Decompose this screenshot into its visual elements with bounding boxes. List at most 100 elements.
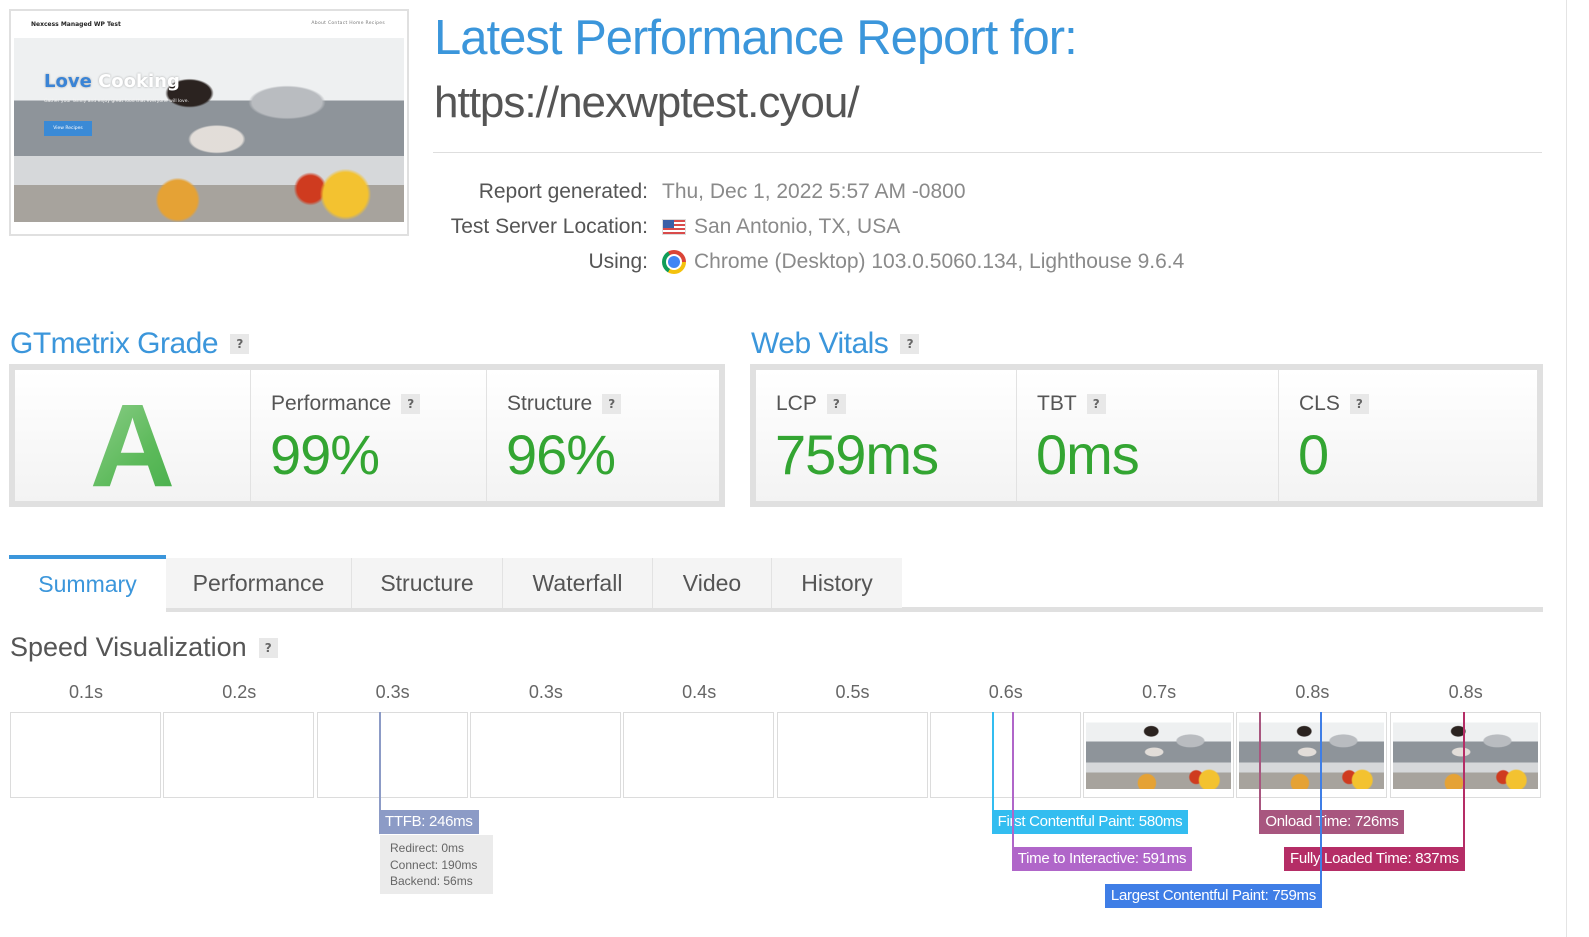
structure-score-label: Structure ? xyxy=(507,392,622,416)
thumbnail-hero-title: Love Cooking xyxy=(44,71,180,92)
page-right-border xyxy=(1566,0,1567,937)
cls-label-text: CLS xyxy=(1299,392,1340,415)
ttfb-marker-label: TTFB: 246ms xyxy=(379,810,479,834)
location-label: Test Server Location: xyxy=(450,215,648,238)
onload-time-marker-label: Onload Time: 726ms xyxy=(1259,810,1405,834)
help-icon[interactable]: ? xyxy=(826,394,846,414)
thumbnail-hero-word: Cooking xyxy=(98,71,180,92)
speed-visualization-title: Speed Visualization xyxy=(10,632,247,662)
frame-time-label: 0.5s xyxy=(835,682,870,702)
time-to-interactive-marker-label: Time to Interactive: 591ms xyxy=(1011,847,1193,871)
frame-screenshot xyxy=(1086,715,1232,789)
ttfb-connect: Connect: 190ms xyxy=(390,857,478,872)
web-vitals-heading: Web Vitals ? xyxy=(751,327,920,361)
structure-score-value: 96% xyxy=(506,423,616,486)
thumbnail-site-name: Nexcess Managed WP Test xyxy=(31,21,121,28)
frame-time-label: 0.2s xyxy=(222,682,257,702)
first-contentful-paint-marker-line xyxy=(991,712,994,812)
report-meta: Report generated: Thu, Dec 1, 2022 5:57 … xyxy=(430,180,1230,285)
first-contentful-paint-marker-label: First Contentful Paint: 580ms xyxy=(991,810,1189,834)
tbt-cell: TBT ? 0ms xyxy=(1017,370,1279,501)
ttfb-backend: Backend: 56ms xyxy=(390,874,473,888)
ttfb-marker-line xyxy=(379,712,381,812)
help-icon[interactable]: ? xyxy=(900,334,920,354)
ttfb-details: Redirect: 0ms Connect: 190ms Backend: 56… xyxy=(380,835,493,894)
frame-time-label: 0.3s xyxy=(375,682,410,702)
tbt-label: TBT ? xyxy=(1037,392,1106,416)
tab-video[interactable]: Video xyxy=(653,558,772,608)
gtmetrix-grade-title: GTmetrix Grade xyxy=(10,327,219,360)
performance-label-text: Performance xyxy=(271,392,392,415)
cls-value: 0 xyxy=(1298,423,1329,486)
chrome-icon xyxy=(662,250,686,274)
location-value: San Antonio, TX, USA xyxy=(662,215,900,239)
filmstrip-frame[interactable] xyxy=(163,712,315,798)
largest-contentful-paint-marker-label: Largest Contentful Paint: 759ms xyxy=(1104,884,1322,908)
filmstrip-frame[interactable] xyxy=(1389,712,1541,798)
performance-score-cell: Performance ? 99% xyxy=(251,370,487,501)
help-icon[interactable]: ? xyxy=(401,394,421,414)
report-url[interactable]: https://nexwptest.cyou/ xyxy=(434,78,860,128)
filmstrip-frame[interactable] xyxy=(623,712,775,798)
report-generated-label: Report generated: xyxy=(478,180,648,203)
filmstrip: 0.1s 0.2s 0.3s 0.3s 0.4s 0.5s 0.6s 0.7s 0.8s 0.8s xyxy=(10,680,1542,810)
tbt-value: 0ms xyxy=(1036,423,1140,486)
help-icon[interactable]: ? xyxy=(602,394,622,414)
tab-summary[interactable]: Summary xyxy=(9,555,166,612)
frame-time-label: 0.8s xyxy=(1295,682,1330,702)
report-generated-text: Thu, Dec 1, 2022 5:57 AM -0800 xyxy=(662,180,966,203)
filmstrip-frame[interactable] xyxy=(469,712,621,798)
report-generated-value: Thu, Dec 1, 2022 5:57 AM -0800 xyxy=(662,180,966,204)
lcp-label: LCP ? xyxy=(776,392,846,416)
using-label: Using: xyxy=(588,250,648,273)
fully-loaded-time-marker-label: Fully Loaded Time: 837ms xyxy=(1284,847,1465,871)
fully-loaded-time-marker-line xyxy=(1463,712,1465,849)
filmstrip-frame[interactable] xyxy=(10,712,161,798)
page-title: Latest Performance Report for: xyxy=(434,11,1078,65)
cls-label: CLS ? xyxy=(1299,392,1369,416)
tab-structure[interactable]: Structure xyxy=(352,558,503,608)
lcp-cell: LCP ? 759ms xyxy=(756,370,1017,501)
cls-cell: CLS ? 0 xyxy=(1279,370,1537,501)
thumbnail-nav-links: About Contact Home Recipes xyxy=(311,21,385,26)
filmstrip-frame[interactable] xyxy=(316,712,468,798)
help-icon[interactable]: ? xyxy=(1086,394,1106,414)
frame-time-label: 0.3s xyxy=(528,682,563,702)
filmstrip-frame[interactable] xyxy=(776,712,928,798)
frame-screenshot xyxy=(1392,715,1538,789)
thumbnail-hero-subtitle: Gather your family and enjoy great food … xyxy=(44,99,189,104)
structure-label-text: Structure xyxy=(507,392,593,415)
report-tabs: Summary Performance Structure Waterfall … xyxy=(9,555,1543,613)
help-icon[interactable]: ? xyxy=(230,334,250,354)
thumbnail-hero-button: View Recipes xyxy=(44,121,92,136)
thumbnail-hero-accent: Love xyxy=(44,71,92,92)
speed-visualization-heading: Speed Visualization ? xyxy=(10,632,278,663)
web-vitals-title: Web Vitals xyxy=(751,327,889,360)
lcp-label-text: LCP xyxy=(776,392,817,415)
meta-row-using: Using: Chrome (Desktop) 103.0.5060.134, … xyxy=(430,250,1230,285)
web-vitals-panel: LCP ? 759ms TBT ? 0ms CLS ? 0 xyxy=(750,364,1543,507)
performance-score-value: 99% xyxy=(270,423,380,486)
frame-time-label: 0.1s xyxy=(68,682,104,702)
frame-time-label: 0.6s xyxy=(988,682,1023,702)
frame-time-label: 0.7s xyxy=(1142,682,1177,702)
grade-letter: A xyxy=(15,378,250,514)
thumbnail-nav: Nexcess Managed WP Test About Contact Ho… xyxy=(13,13,405,37)
frame-time-label: 0.4s xyxy=(682,682,717,702)
lcp-value: 759ms xyxy=(775,423,939,486)
filmstrip-frame[interactable] xyxy=(929,712,1081,798)
page-screenshot-thumbnail[interactable]: Nexcess Managed WP Test About Contact Ho… xyxy=(9,9,409,236)
tab-performance[interactable]: Performance xyxy=(166,558,352,608)
us-flag-icon xyxy=(662,219,686,235)
help-icon[interactable]: ? xyxy=(1349,394,1369,414)
gtmetrix-grade-panel: A Performance ? 99% Structure ? 96% xyxy=(9,364,725,512)
tab-history[interactable]: History xyxy=(772,558,902,608)
meta-row-report-generated: Report generated: Thu, Dec 1, 2022 5:57 … xyxy=(430,180,1230,215)
header-divider xyxy=(433,152,1542,153)
structure-score-cell: Structure ? 96% xyxy=(487,370,719,501)
filmstrip-frame[interactable] xyxy=(1083,712,1235,798)
onload-time-marker-line xyxy=(1259,712,1262,812)
tab-waterfall[interactable]: Waterfall xyxy=(503,558,653,608)
location-text: San Antonio, TX, USA xyxy=(694,215,901,238)
help-icon[interactable]: ? xyxy=(258,637,278,658)
